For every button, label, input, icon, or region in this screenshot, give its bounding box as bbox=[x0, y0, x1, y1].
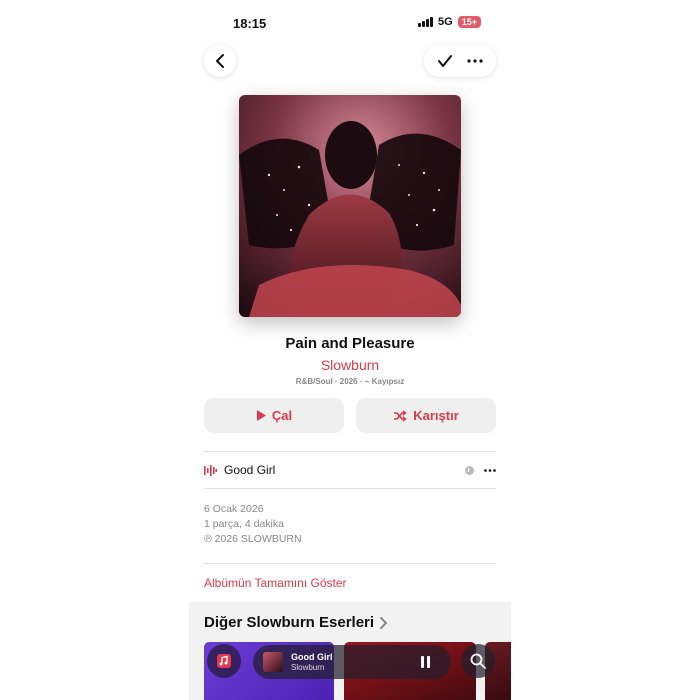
shuffle-icon bbox=[394, 409, 408, 422]
back-button[interactable] bbox=[204, 45, 236, 77]
copyright: ℗ 2026 SLOWBURN bbox=[204, 533, 302, 545]
album-artist-link[interactable]: Slowburn bbox=[189, 357, 511, 373]
now-playing[interactable]: Good Girl Slowburn bbox=[253, 645, 451, 679]
chevron-right-icon bbox=[380, 616, 388, 629]
track-title: Good Girl bbox=[224, 463, 276, 477]
library-button[interactable] bbox=[207, 644, 241, 678]
download-icon[interactable] bbox=[465, 465, 474, 475]
top-actions bbox=[424, 45, 496, 77]
play-icon bbox=[256, 410, 266, 421]
checkmark-icon[interactable] bbox=[437, 54, 453, 68]
album-meta: R&B/Soul · 2026 · ⌁ Kayıpsız bbox=[295, 377, 405, 386]
album-info: 6 Ocak 2026 1 parça, 4 dakika ℗ 2026 SLO… bbox=[204, 502, 302, 547]
battery-indicator: 15+ bbox=[457, 16, 481, 28]
music-library-icon bbox=[217, 654, 231, 668]
section-title: Diğer Slowburn Eserleri bbox=[204, 614, 375, 631]
signal-icon bbox=[418, 17, 434, 27]
shuffle-button[interactable]: Karıştır bbox=[356, 398, 496, 433]
search-button[interactable] bbox=[461, 644, 495, 678]
now-playing-artwork bbox=[263, 652, 283, 672]
album-title: Pain and Pleasure bbox=[285, 335, 415, 352]
track-summary: 1 parça, 4 dakika bbox=[204, 518, 284, 530]
track-more-icon[interactable] bbox=[484, 468, 496, 472]
back-icon bbox=[216, 54, 224, 68]
release-date: 6 Ocak 2026 bbox=[204, 503, 264, 515]
play-label: Çal bbox=[271, 408, 293, 423]
status-indicators: 5G 15+ bbox=[418, 16, 481, 28]
play-button[interactable]: Çal bbox=[204, 398, 344, 433]
divider bbox=[204, 563, 496, 564]
waveform-icon bbox=[204, 464, 217, 476]
more-icon[interactable] bbox=[467, 59, 483, 63]
now-playing-artist: Slowburn bbox=[291, 663, 325, 672]
status-time: 18:15 bbox=[233, 16, 267, 31]
track-row[interactable]: Good Girl bbox=[204, 452, 496, 488]
more-by-artist-header[interactable]: Diğer Slowburn Eserleri bbox=[204, 614, 388, 631]
search-icon bbox=[470, 653, 486, 669]
show-full-album-link[interactable]: Albümün Tamamını Göster bbox=[204, 576, 347, 590]
phone-screen: 18:15 5G 15+ Pain and Pleasure Slowburn … bbox=[189, 0, 511, 700]
pause-icon[interactable] bbox=[421, 656, 435, 668]
divider bbox=[204, 488, 496, 489]
shuffle-label: Karıştır bbox=[413, 408, 459, 423]
network-label: 5G bbox=[438, 16, 453, 28]
now-playing-title: Good Girl bbox=[291, 652, 333, 662]
mini-player-bar: Good Girl Slowburn bbox=[205, 642, 497, 682]
album-artwork[interactable] bbox=[239, 95, 461, 317]
